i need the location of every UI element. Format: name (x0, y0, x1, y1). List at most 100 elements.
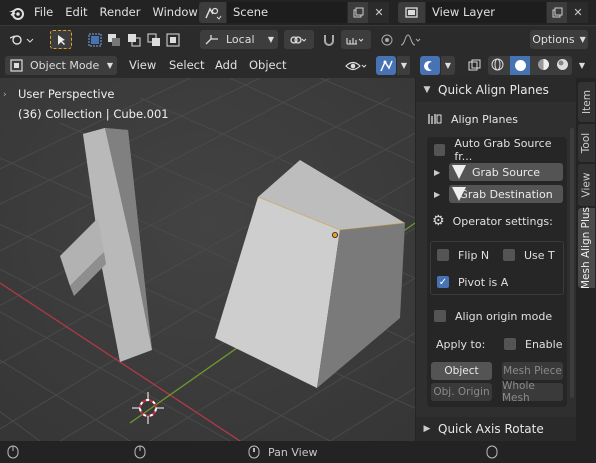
header-menu-view[interactable]: View (129, 56, 156, 75)
menu-window[interactable]: Window (146, 0, 203, 25)
chevron-down-icon: ▼ (423, 85, 431, 95)
copy-scene-icon[interactable] (347, 2, 368, 23)
viewport-scene (0, 78, 415, 441)
align-planes-icon (428, 114, 442, 124)
pivot-is-a-row[interactable]: ✓ Pivot is A (437, 272, 508, 292)
chevron-down-icon: ▼ (400, 61, 408, 70)
menu-render[interactable]: Render (94, 0, 147, 25)
auto-grab-row[interactable]: Auto Grab Source fr... (434, 137, 567, 163)
gizmo-dropdown-chevron[interactable]: ▼ (397, 56, 411, 75)
grab-source-button[interactable]: Grab Source (449, 163, 563, 181)
scene-selector: Scene ✕ (199, 2, 389, 23)
cube-origin-point[interactable] (331, 231, 338, 238)
toolbar-expand-chevron-icon[interactable]: › (3, 90, 7, 100)
header-menu-select[interactable]: Select (169, 56, 204, 75)
falloff-dropdown[interactable] (398, 30, 424, 49)
auto-grab-checkbox[interactable] (434, 144, 446, 156)
material-shading-icon[interactable] (537, 58, 550, 74)
select-subtract-icon[interactable] (127, 33, 141, 47)
top-bar: File Edit Render Window Scene ✕ View Lay… (0, 0, 596, 25)
chevron-down-icon: ▼ (444, 61, 452, 70)
xray-toggle-icon[interactable] (464, 56, 484, 75)
view-layer-selector: View Layer ✕ (398, 2, 588, 23)
whole-mesh-button[interactable]: Whole Mesh (502, 380, 563, 404)
overlays-toggle-icon[interactable] (420, 56, 440, 75)
snap-toggle-icon[interactable] (320, 30, 338, 49)
expand-triangle-icon[interactable]: ▶ (434, 190, 440, 199)
tab-item[interactable]: Item (578, 82, 595, 122)
overlays-dropdown-chevron[interactable]: ▼ (441, 56, 455, 75)
enable-checkbox[interactable] (504, 338, 516, 350)
visibility-dropdown[interactable] (342, 56, 372, 75)
grab-destination-button[interactable]: Grab Destination (449, 185, 563, 203)
panel-scrollbar[interactable] (570, 128, 574, 398)
rendered-shading-icon[interactable] (556, 58, 569, 74)
select-invert-icon[interactable] (147, 33, 161, 47)
copy-view-layer-icon[interactable] (546, 2, 567, 23)
scene-icon[interactable] (199, 2, 227, 23)
flip-n-checkbox[interactable] (437, 249, 449, 261)
mouse-left-icon (7, 445, 19, 459)
view-layer-icon[interactable] (398, 2, 426, 23)
align-origin-label: Align origin mode (455, 309, 553, 323)
tab-view[interactable]: View (578, 164, 595, 206)
object-button[interactable]: Object (431, 362, 492, 380)
transform-orientation-dropdown[interactable]: Local ▼ (200, 30, 278, 49)
shading-mode-buttons (488, 56, 572, 75)
mouse-right-icon (134, 445, 146, 459)
header-menu-object[interactable]: Object (249, 56, 286, 75)
tab-tool[interactable]: Tool (578, 124, 595, 162)
operator-settings-row: ⚙ Operator settings: (432, 211, 553, 231)
wireframe-shading-icon[interactable] (491, 58, 504, 74)
view-layer-field[interactable]: View Layer (426, 2, 546, 23)
menu-edit[interactable]: Edit (59, 0, 93, 25)
use-t-row[interactable]: Use T (503, 245, 555, 265)
solid-shading-icon[interactable] (510, 56, 531, 75)
pivot-point-dropdown[interactable] (284, 30, 314, 49)
object-mode-icon (10, 59, 23, 72)
pivot-is-a-label: Pivot is A (458, 275, 509, 289)
header-menu-add[interactable]: Add (215, 56, 237, 75)
select-intersect-icon[interactable] (166, 33, 180, 47)
tab-mesh-align-plus[interactable]: Mesh Align Plus (578, 207, 595, 289)
align-origin-row[interactable]: Align origin mode (434, 306, 552, 326)
flip-n-row[interactable]: Flip N (437, 245, 489, 265)
quick-align-planes-header[interactable]: ▼ Quick Align Planes (416, 78, 577, 102)
blender-logo-icon[interactable] (6, 2, 28, 24)
gizmo-toggle-icon[interactable] (376, 56, 396, 75)
close-view-layer-icon[interactable]: ✕ (567, 2, 588, 23)
editor-type-icon[interactable] (5, 30, 38, 49)
pivot-is-a-checkbox[interactable]: ✓ (437, 276, 449, 288)
operator-settings-label: Operator settings: (452, 214, 553, 228)
close-scene-icon[interactable]: ✕ (368, 2, 389, 23)
chevron-down-icon: ▼ (579, 35, 586, 44)
auto-grab-label: Auto Grab Source fr... (454, 137, 552, 163)
obj-origin-button[interactable]: Obj. Origin (431, 383, 492, 401)
use-t-checkbox[interactable] (503, 249, 515, 261)
selection-mode-icons[interactable] (85, 30, 183, 49)
enable-row[interactable]: Enable (504, 334, 562, 354)
expand-triangle-icon[interactable]: ▶ (434, 168, 440, 177)
shading-dropdown-chevron[interactable]: ▼ (574, 56, 590, 75)
proportional-edit-icon[interactable] (378, 30, 396, 49)
scene-name-field[interactable]: Scene (227, 2, 347, 23)
grab-destination-label: Grab Destination (459, 187, 553, 201)
operator-settings-box: Flip N Use T ✓ Pivot is A (430, 241, 564, 295)
eye-icon (345, 61, 367, 70)
select-new-icon[interactable] (88, 33, 102, 47)
align-origin-checkbox[interactable] (434, 310, 446, 322)
select-tool-icon[interactable] (50, 30, 72, 49)
orientation-label: Local (226, 33, 255, 46)
select-extend-icon[interactable] (107, 33, 121, 47)
chevron-down-icon: ▼ (106, 61, 113, 70)
mesh-piece-button[interactable]: Mesh Piece (502, 362, 563, 380)
snap-target-dropdown[interactable] (341, 30, 371, 49)
mouse-middle-icon (248, 445, 260, 459)
menu-file[interactable]: File (28, 0, 59, 25)
options-dropdown[interactable]: Options ▼ (530, 30, 588, 49)
chevron-right-icon: ▶ (423, 424, 431, 434)
quick-axis-rotate-header[interactable]: ▶ Quick Axis Rotate (416, 417, 577, 441)
3d-viewport[interactable]: User Perspective (36) Collection | Cube.… (0, 78, 415, 441)
mode-dropdown[interactable]: Object Mode ▼ (5, 56, 117, 75)
sidebar-n-panel: ▼ Quick Align Planes Align Planes Auto G… (415, 78, 577, 441)
